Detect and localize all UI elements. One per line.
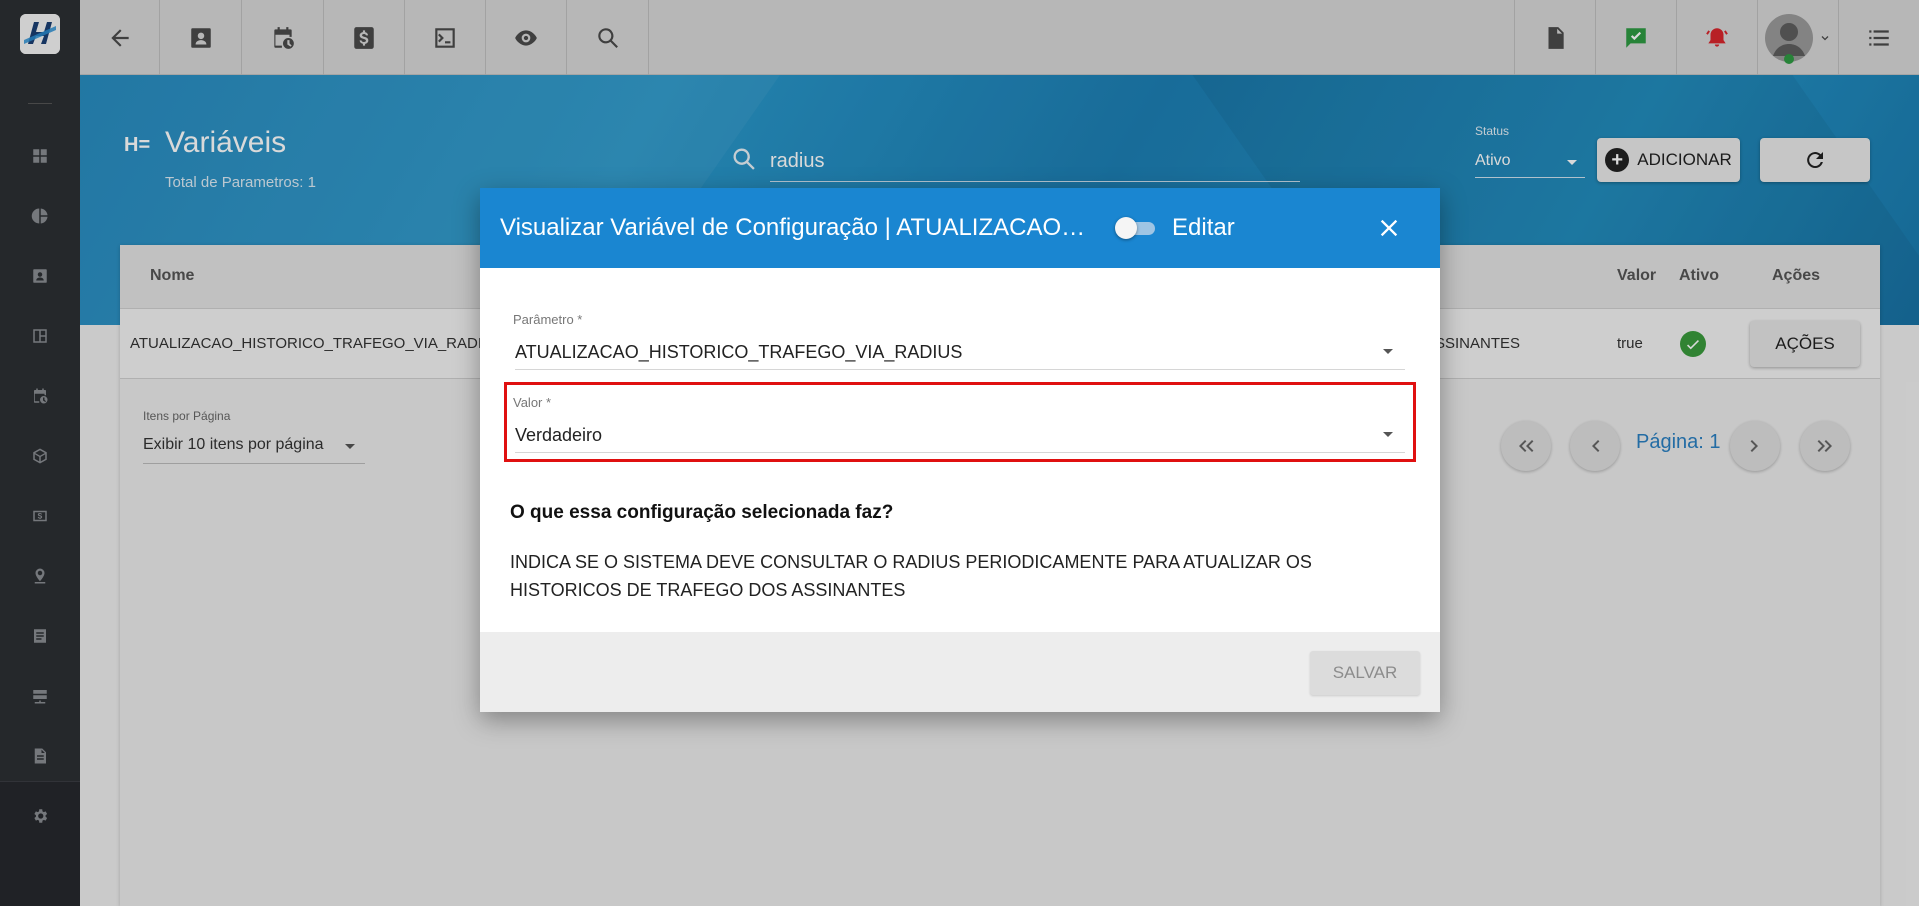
dialog-header: Visualizar Variável de Configuração | AT… <box>480 188 1440 268</box>
parametro-value: ATUALIZACAO_HISTORICO_TRAFEGO_VIA_RADIUS <box>515 342 963 362</box>
config-description: INDICA SE O SISTEMA DEVE CONSULTAR O RAD… <box>510 552 1312 600</box>
edit-toggle[interactable] <box>1115 215 1159 241</box>
dialog-footer: SALVAR <box>480 632 1440 712</box>
valor-label: Valor * <box>513 395 552 410</box>
parametro-select[interactable]: ATUALIZACAO_HISTORICO_TRAFEGO_VIA_RADIUS <box>515 332 1405 370</box>
valor-value: Verdadeiro <box>515 425 603 445</box>
dropdown-arrow-icon <box>1383 432 1393 437</box>
config-question: O que essa configuração selecionada faz? <box>510 502 894 523</box>
dialog-title: Visualizar Variável de Configuração | AT… <box>500 214 1090 241</box>
view-variable-dialog: Visualizar Variável de Configuração | AT… <box>480 188 1440 712</box>
save-button[interactable]: SALVAR <box>1310 651 1420 695</box>
dropdown-arrow-icon <box>1383 349 1393 354</box>
edit-toggle-label: Editar <box>1172 214 1235 241</box>
parametro-label: Parâmetro * <box>513 312 583 327</box>
valor-select[interactable]: Verdadeiro <box>515 415 1405 453</box>
close-icon[interactable] <box>1375 214 1403 242</box>
